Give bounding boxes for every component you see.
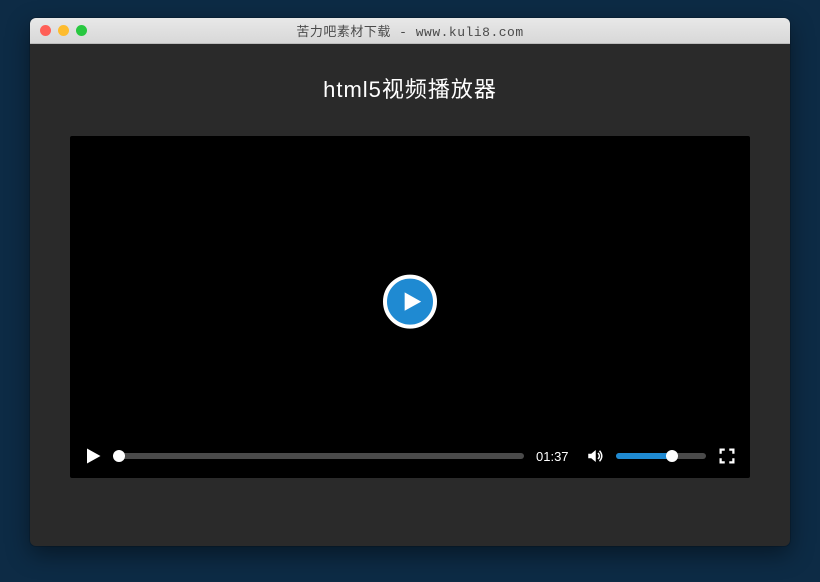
page-content: html5视频播放器 01:37	[30, 44, 790, 546]
browser-window: 苦力吧素材下载 - www.kuli8.com html5视频播放器 01:37	[30, 18, 790, 546]
volume-icon	[586, 447, 604, 465]
window-title: 苦力吧素材下载 - www.kuli8.com	[30, 21, 790, 40]
titlebar: 苦力吧素材下载 - www.kuli8.com	[30, 18, 790, 44]
progress-thumb[interactable]	[113, 450, 125, 462]
close-window-button[interactable]	[40, 25, 51, 36]
mute-button[interactable]	[586, 447, 604, 465]
play-icon	[84, 447, 102, 465]
control-bar: 01:37	[70, 434, 750, 478]
fullscreen-icon	[718, 447, 736, 465]
page-title: html5视频播放器	[323, 72, 497, 104]
traffic-lights	[40, 25, 87, 36]
play-icon	[401, 291, 423, 313]
volume-thumb[interactable]	[666, 450, 678, 462]
fullscreen-button[interactable]	[718, 447, 736, 465]
duration-label: 01:37	[536, 449, 574, 464]
big-play-button[interactable]	[383, 275, 437, 329]
volume-slider[interactable]	[616, 453, 706, 459]
video-player: 01:37	[70, 136, 750, 478]
zoom-window-button[interactable]	[76, 25, 87, 36]
play-button[interactable]	[84, 447, 102, 465]
volume-fill	[616, 453, 672, 459]
minimize-window-button[interactable]	[58, 25, 69, 36]
progress-bar[interactable]	[114, 453, 524, 459]
